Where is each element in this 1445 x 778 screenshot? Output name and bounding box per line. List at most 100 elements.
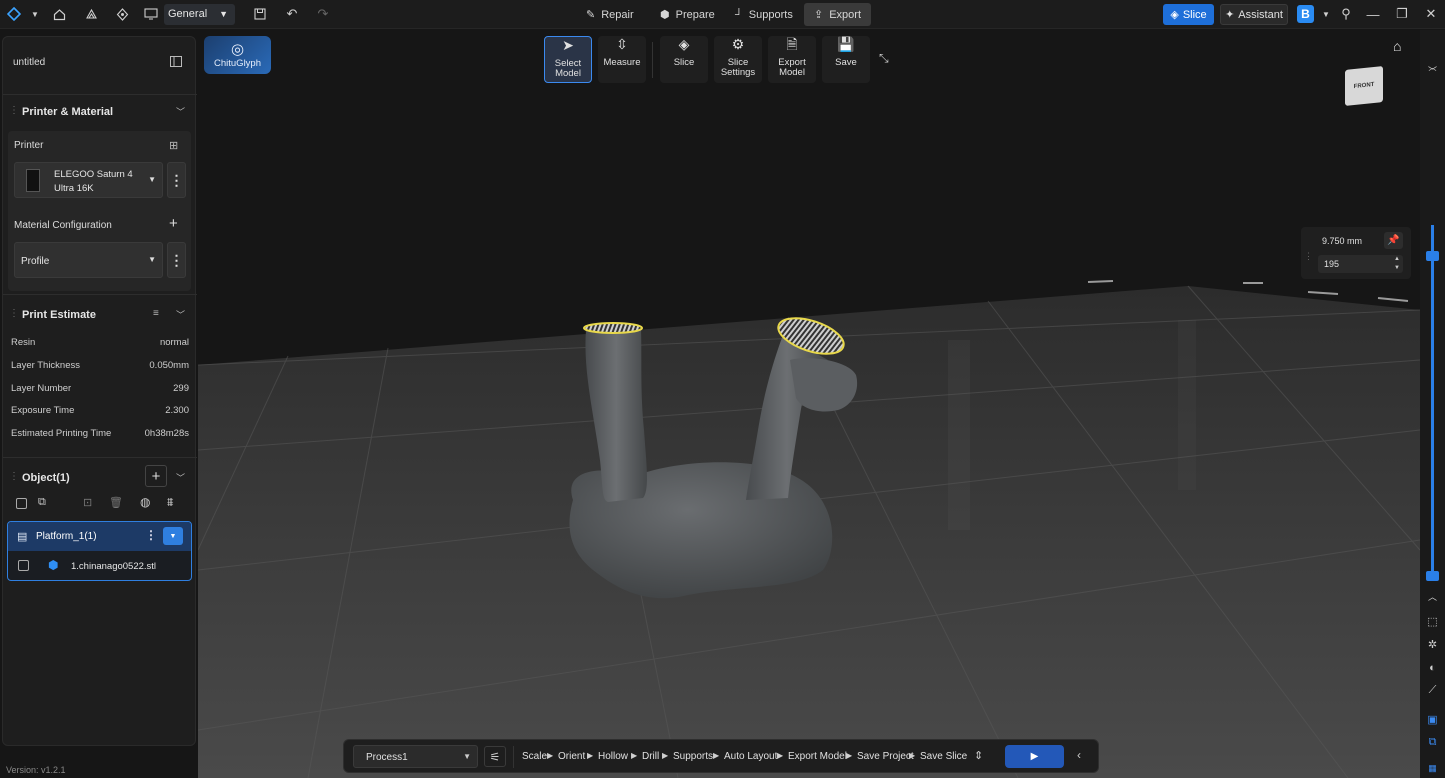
step-save-slice[interactable]: Save Slice [920,751,967,762]
tab-export[interactable]: ⇪ Export [804,3,872,26]
network-icon[interactable] [111,4,133,24]
export-model-tool[interactable]: 🗎 Export Model [768,36,816,83]
divider [3,294,197,295]
layer-slider-top-handle[interactable] [1426,251,1439,261]
spinner-arrows-icon[interactable]: ▲ ▼ [1394,255,1400,273]
tab-prepare[interactable]: ⬢ Prepare [650,3,725,26]
app-logo-icon[interactable] [3,4,25,24]
select-model-tool[interactable]: ➤ Select Model [544,36,592,83]
object-checkbox[interactable] [18,560,29,574]
group-icon[interactable]: ⊡ [83,496,92,509]
scene-settings-icon[interactable]: ✲ [1424,636,1441,653]
view-cube[interactable]: FRONT [1345,66,1383,106]
trash-icon[interactable]: 🗑 [109,496,123,509]
pin-icon: 📌 [1387,235,1400,246]
chevron-up-icon[interactable]: ︿ [1424,588,1441,605]
project-name: untitled [13,57,46,68]
select-similar-icon[interactable]: ⧉ [38,496,46,509]
step-drill[interactable]: Drill [642,751,659,762]
object-file-name: 1.chinanago0522.stl [71,561,157,572]
step-scale[interactable]: Scale [522,751,547,762]
slice-button[interactable]: ◈ Slice [1163,4,1214,25]
filter-icon[interactable]: ⩩ [167,495,173,510]
home-view-icon[interactable]: ⌂ [1393,38,1401,54]
step-export-model[interactable]: Export Model [788,751,847,762]
workspace-select[interactable]: General ▼ [164,4,235,25]
expand-steps-icon[interactable]: ⇕ [974,749,983,762]
object-view-icon[interactable]: ▣ [1424,711,1441,728]
save-file-icon[interactable] [249,4,271,24]
drag-handle-icon[interactable]: ⋮ [9,308,19,319]
wireframe-icon[interactable]: ▦ [1424,760,1441,777]
step-auto-layout[interactable]: Auto Layout [724,751,777,762]
collapse-toolbar-icon[interactable]: ⤡ [879,51,889,66]
minimize-icon[interactable]: — [1362,4,1384,24]
3d-viewport[interactable]: ◎ ChituGlyph ➤ Select Model ⇳ Measure ◈ … [198,30,1420,778]
layer-slider-bottom-handle[interactable] [1426,571,1439,581]
drag-handle-icon[interactable]: ⋮ [9,471,19,482]
monitor-icon[interactable] [140,4,162,24]
slice-settings-icon: ⚙ [731,36,745,52]
run-process-button[interactable]: ▶ [1005,745,1064,768]
estimate-label: Resin [11,337,36,348]
tab-supports[interactable]: ┘ Supports [725,3,803,26]
redo-icon[interactable]: ↷ [312,4,334,24]
drag-handle-icon[interactable]: ⋮ [1304,251,1313,262]
slice-settings-tool[interactable]: ⚙ Slice Settings [714,36,762,83]
add-object-button[interactable]: + [145,465,167,487]
add-printer-icon[interactable]: ⊞ [169,139,178,152]
pin-layer-button[interactable]: 📌 [1384,232,1403,249]
home-icon[interactable] [48,4,70,24]
chituglyph-button[interactable]: ◎ ChituGlyph [204,36,271,74]
layer-view-icon[interactable]: ⧉ [1424,734,1441,751]
platform-row[interactable]: ▤ Platform_1(1) ⋮ ▼ [8,522,191,551]
estimate-label: Exposure Time [11,405,75,416]
save-tool[interactable]: 💾 Save [822,36,870,83]
cube-outline-icon[interactable]: ⬚ [1424,613,1441,630]
profile-chevron-icon[interactable]: ▼ [1315,4,1337,24]
object-row[interactable]: ⬢ 1.chinanago0522.stl [8,551,191,581]
printer-more-button[interactable]: ⋮ [167,162,186,198]
sphere-icon[interactable]: ◐ [1424,659,1441,676]
app-menu-chevron-icon[interactable]: ▼ [24,4,46,24]
select-all-checkbox[interactable] [16,498,27,512]
process-select[interactable]: Process1 ▼ [353,745,478,768]
collapse-left-icon[interactable]: ‹ [1077,748,1081,762]
process-settings-button[interactable]: ⚟ [484,746,506,767]
platform-expand-button[interactable]: ▼ [163,527,183,545]
layer-slider-track[interactable] [1431,225,1434,577]
slice-tool[interactable]: ◈ Slice [660,36,708,83]
collapse-chevron-icon[interactable]: ﹀ [176,308,185,321]
profile-more-button[interactable]: ⋮ [167,242,186,278]
undo-icon[interactable]: ↶ [281,4,303,24]
tab-repair[interactable]: ✎ Repair [576,3,644,26]
printer-select[interactable]: ELEGOO Saturn 4 Ultra 16K ▼ [14,162,163,198]
model-library-icon[interactable] [80,4,102,24]
measure-tool[interactable]: ⇳ Measure [598,36,646,83]
step-hollow[interactable]: Hollow [598,751,628,762]
palette-icon[interactable]: ◍ [140,495,150,509]
step-supports[interactable]: Supports [673,751,713,762]
ruler-icon[interactable]: ⟋ [1424,682,1441,699]
assistant-button-label: Assistant [1238,8,1283,21]
estimate-value: 299 [173,383,189,394]
drag-handle-icon[interactable]: ⋮ [9,105,19,116]
step-save-project[interactable]: Save Project [857,751,914,762]
add-material-icon[interactable]: + [169,215,178,232]
close-icon[interactable]: ✕ [1420,4,1442,24]
profile-select[interactable]: Profile ▼ [14,242,163,278]
collapse-chevron-icon[interactable]: ﹀ [176,105,185,118]
step-orient[interactable]: Orient [558,751,585,762]
layer-index-input[interactable]: 195 ▲ ▼ [1318,255,1403,273]
chevron-down-icon: ▼ [148,175,156,184]
collapse-chevron-icon[interactable]: ﹀ [176,471,185,484]
assistant-button[interactable]: ✦ Assistant [1220,4,1288,25]
panel-toggle-icon[interactable] [170,56,182,70]
platform-more-icon[interactable]: ⋮ [145,528,157,542]
restore-icon[interactable]: ❐ [1391,4,1413,24]
pin-icon[interactable]: ⚲ [1335,4,1357,24]
profile-letter: B [1301,7,1310,21]
chevron-down-icon[interactable]: ﹀ [1424,62,1441,79]
list-menu-icon[interactable]: ≡ [153,308,159,319]
profile-avatar[interactable]: B [1297,5,1314,23]
